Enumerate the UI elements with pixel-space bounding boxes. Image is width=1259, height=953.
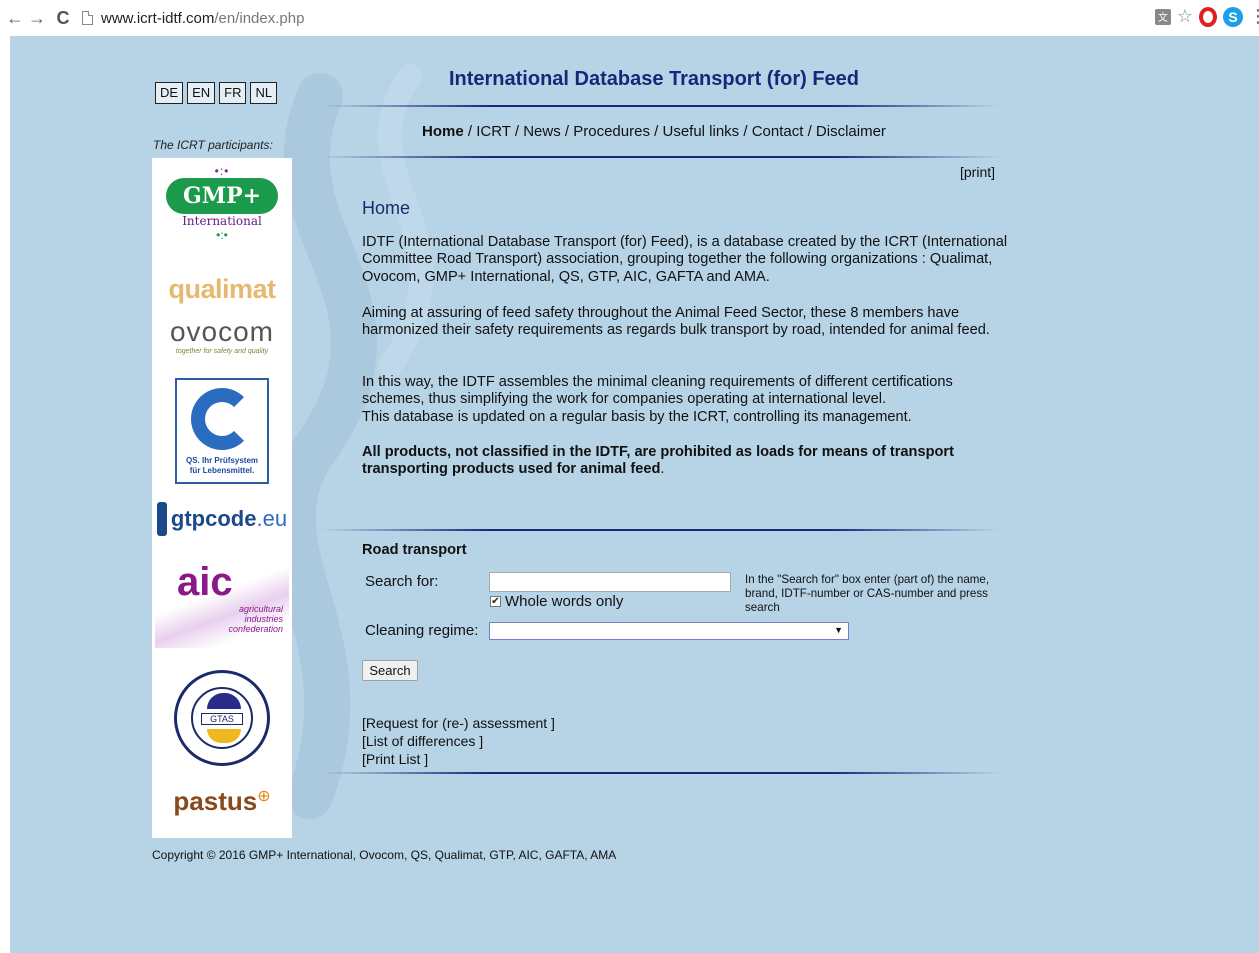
divider	[320, 772, 1000, 774]
qualimat-logo[interactable]: qualimat	[152, 274, 292, 305]
nav-procedures[interactable]: Procedures	[573, 123, 650, 140]
browser-toolbar: ← → C www.icrt-idtf.com /en/index.php 文 …	[0, 0, 1259, 36]
back-arrow-icon[interactable]: ←	[4, 8, 26, 29]
gtas-seal-icon: GTAS	[174, 670, 270, 766]
aic-label: aic	[177, 560, 233, 604]
ovocom-label: ovocom	[169, 316, 275, 347]
nav-useful-links[interactable]: Useful links	[662, 123, 739, 140]
copyright: Copyright © 2016 GMP+ International, Ovo…	[152, 848, 617, 862]
qs-arrow-icon	[191, 388, 253, 450]
search-label: Search for:	[365, 573, 439, 590]
gtp-icon	[156, 502, 167, 536]
lang-fr-button[interactable]: FR	[219, 82, 247, 104]
qs-box: QS. Ihr Prüfsystem für Lebensmittel.	[175, 378, 269, 484]
bookmark-star-icon[interactable]: ☆	[1177, 6, 1193, 27]
divider	[320, 105, 1000, 107]
reload-icon[interactable]: C	[52, 8, 74, 29]
gtas-label: GTAS	[201, 713, 243, 725]
page-heading: Home	[362, 198, 411, 218]
aic-caption: agricultural industries confederation	[228, 604, 283, 634]
search-button[interactable]: Search	[362, 660, 418, 681]
page-icon	[82, 11, 93, 25]
gtpcode-logo[interactable]: gtpcode.eu	[152, 502, 292, 536]
road-transport-title: Road transport	[362, 542, 467, 558]
url-host: www.icrt-idtf.com	[101, 9, 215, 27]
gmp-logo[interactable]: •:• GMP+ International •:•	[152, 164, 292, 242]
whole-words-option[interactable]: ✔ Whole words only	[490, 593, 623, 610]
nav-contact[interactable]: Contact	[752, 123, 804, 140]
nav-home[interactable]: Home	[422, 123, 464, 140]
nav-news[interactable]: News	[523, 123, 561, 140]
address-bar[interactable]: www.icrt-idtf.com /en/index.php	[82, 10, 304, 27]
search-input[interactable]	[489, 572, 731, 592]
dropdown-arrow-icon: ▼	[834, 625, 843, 635]
cleaning-regime-label: Cleaning regime:	[365, 622, 479, 639]
pastus-logo[interactable]: pastus⊕	[152, 786, 292, 817]
participants-label: The ICRT participants:	[153, 138, 273, 152]
print-link[interactable]: [print]	[960, 164, 995, 180]
prohibition-notice: All products, not classified in the IDTF…	[362, 444, 954, 478]
main-nav: Home / ICRT / News / Procedures / Useful…	[422, 123, 886, 140]
url-path: /en/index.php	[214, 9, 305, 27]
divider	[320, 156, 1000, 158]
participants-logo-column: •:• GMP+ International •:• qualimat ovoc…	[152, 158, 292, 838]
divider	[320, 529, 1000, 531]
gtas-logo[interactable]: GTAS	[152, 670, 292, 766]
lang-en-button[interactable]: EN	[187, 82, 216, 104]
pastus-label: pastus	[173, 786, 258, 816]
menu-icon[interactable]: ⋮	[1249, 6, 1259, 27]
request-assessment-link[interactable]: [Request for (re-) assessment ]	[362, 715, 555, 731]
aic-logo[interactable]: aic agricultural industries confederatio…	[152, 560, 292, 648]
site-title: International Database Transport (for) F…	[448, 68, 860, 90]
cleaning-regime-select[interactable]: ▼	[489, 622, 849, 640]
lang-nl-button[interactable]: NL	[250, 82, 278, 104]
forward-arrow-icon[interactable]: →	[26, 8, 48, 29]
ovocom-logo[interactable]: ovocom together for safety and quality	[152, 316, 292, 355]
gmp-sub-label: International	[182, 214, 262, 228]
list-of-differences-link[interactable]: [List of differences ]	[362, 733, 483, 749]
gtp-label: gtpcode.eu	[170, 506, 288, 531]
gmp-dots-icon: •:•	[216, 228, 228, 242]
whole-words-checkbox[interactable]: ✔	[490, 596, 501, 607]
qualimat-label: qualimat	[168, 274, 276, 304]
qs-logo[interactable]: QS. Ihr Prüfsystem für Lebensmittel.	[152, 378, 292, 484]
aim-paragraph: Aiming at assuring of feed safety throug…	[362, 305, 990, 339]
opera-icon[interactable]	[1199, 6, 1217, 27]
language-switcher: DE EN FR NL	[155, 82, 278, 104]
whole-words-label: Whole words only	[505, 593, 624, 610]
qs-caption: QS. Ihr Prüfsystem für Lebensmittel.	[185, 456, 259, 475]
translate-icon[interactable]: 文	[1154, 8, 1171, 25]
gmp-badge: GMP+	[166, 178, 278, 214]
page-body: DE EN FR NL International Database Trans…	[10, 36, 1259, 953]
plus-circle-icon: ⊕	[257, 788, 271, 805]
ovocom-tagline: together for safety and quality	[175, 348, 269, 355]
nav-icrt[interactable]: ICRT	[476, 123, 510, 140]
nav-disclaimer[interactable]: Disclaimer	[816, 123, 886, 140]
skype-icon[interactable]: S	[1223, 6, 1243, 27]
intro-paragraph: IDTF (International Database Transport (…	[362, 234, 1008, 285]
print-list-link[interactable]: [Print List ]	[362, 751, 428, 767]
method-paragraph: In this way, the IDTF assembles the mini…	[362, 374, 953, 425]
search-hint: In the "Search for" box enter (part of) …	[745, 573, 990, 614]
aic-box: aic agricultural industries confederatio…	[155, 560, 289, 648]
gmp-dots-icon: •:•	[214, 164, 230, 178]
lang-de-button[interactable]: DE	[155, 82, 184, 104]
